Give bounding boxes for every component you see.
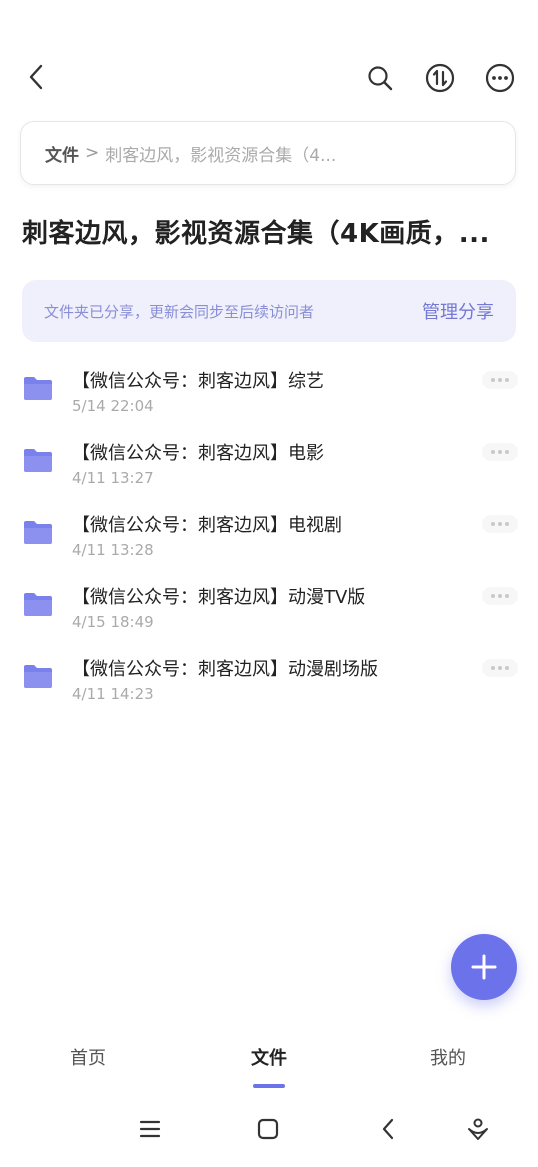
breadcrumb-root[interactable]: 文件 (45, 141, 79, 166)
search-icon[interactable] (364, 62, 396, 94)
breadcrumb: 文件 > 刺客边风，影视资源合集（4... (20, 121, 516, 185)
file-date: 4/11 13:27 (72, 469, 154, 487)
folder-icon (24, 377, 52, 400)
folder-icon (24, 665, 52, 688)
file-name: 【微信公众号：刺客边风】动漫剧场版 (72, 659, 378, 680)
tab-files[interactable]: 文件 (251, 1044, 287, 1070)
file-row[interactable]: 【微信公众号：刺客边风】电视剧 4/11 13:28 (0, 511, 538, 583)
file-row[interactable]: 【微信公众号：刺客边风】综艺 5/14 22:04 (0, 367, 538, 439)
add-button[interactable] (451, 934, 517, 1000)
system-back-icon[interactable] (378, 1115, 398, 1143)
tab-home[interactable]: 首页 (70, 1044, 106, 1070)
file-more-icon[interactable] (482, 371, 518, 389)
file-row[interactable]: 【微信公众号：刺客边风】动漫TV版 4/15 18:49 (0, 583, 538, 655)
file-date: 4/11 13:28 (72, 541, 154, 559)
folder-icon (24, 593, 52, 616)
folder-icon (24, 521, 52, 544)
breadcrumb-current: 刺客边风，影视资源合集（4... (105, 145, 337, 166)
active-tab-indicator (253, 1084, 285, 1088)
file-more-icon[interactable] (482, 659, 518, 677)
file-row[interactable]: 【微信公众号：刺客边风】电影 4/11 13:27 (0, 439, 538, 511)
file-row[interactable]: 【微信公众号：刺客边风】动漫剧场版 4/11 14:23 (0, 655, 538, 727)
file-date: 4/15 18:49 (72, 613, 154, 631)
sort-icon[interactable] (423, 61, 457, 95)
plus-icon (471, 954, 497, 980)
file-more-icon[interactable] (482, 515, 518, 533)
share-message: 文件夹已分享，更新会同步至后续访问者 (44, 302, 315, 321)
more-icon[interactable] (483, 61, 517, 95)
folder-icon (24, 449, 52, 472)
page-title: 刺客边风，影视资源合集（4K画质，... (22, 219, 490, 249)
back-icon[interactable] (22, 62, 50, 92)
manage-share-button[interactable]: 管理分享 (422, 298, 494, 324)
bottom-tab-bar: 首页 文件 我的 (0, 1030, 538, 1090)
file-name: 【微信公众号：刺客边风】动漫TV版 (72, 587, 366, 608)
assistant-icon[interactable] (466, 1115, 490, 1143)
file-more-icon[interactable] (482, 443, 518, 461)
home-square-icon[interactable] (256, 1115, 280, 1143)
file-name: 【微信公众号：刺客边风】电影 (72, 443, 324, 464)
file-date: 5/14 22:04 (72, 397, 154, 415)
file-name: 【微信公众号：刺客边风】电视剧 (72, 515, 342, 536)
share-banner: 文件夹已分享，更新会同步至后续访问者 管理分享 (22, 280, 516, 342)
breadcrumb-separator: > (85, 143, 100, 163)
menu-icon[interactable] (138, 1115, 162, 1143)
file-more-icon[interactable] (482, 587, 518, 605)
file-date: 4/11 14:23 (72, 685, 154, 703)
file-name: 【微信公众号：刺客边风】综艺 (72, 371, 324, 392)
tab-mine[interactable]: 我的 (430, 1044, 466, 1070)
